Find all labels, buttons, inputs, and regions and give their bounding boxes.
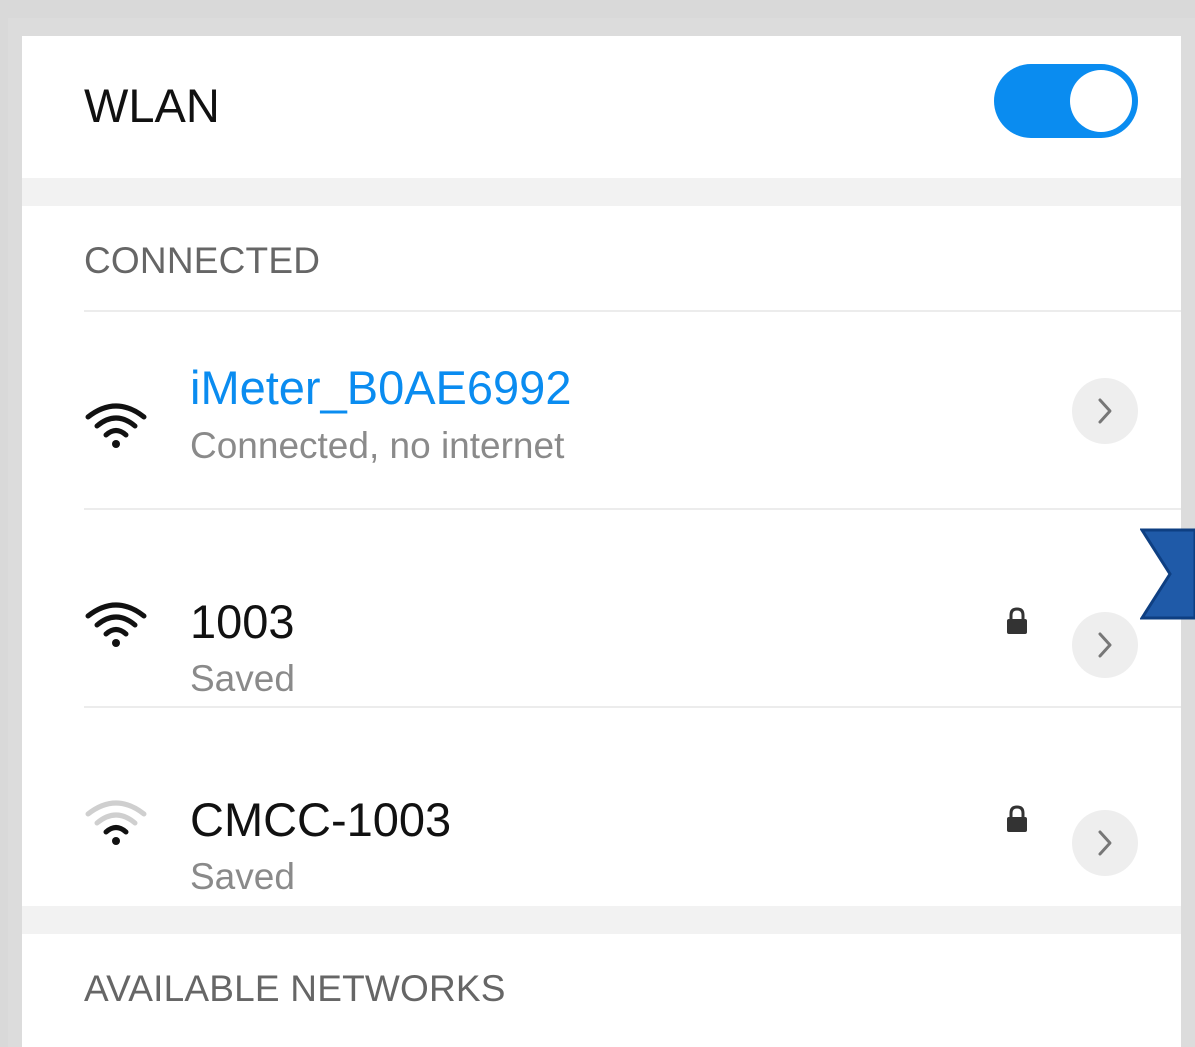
wlan-toggle-row[interactable]: WLAN <box>22 36 1181 178</box>
network-name: iMeter_B0AE6992 <box>190 361 572 414</box>
available-networks-heading: AVAILABLE NETWORKS <box>84 968 506 1009</box>
network-status: Saved <box>190 856 295 897</box>
network-details-button[interactable] <box>1072 810 1138 876</box>
network-details-button[interactable] <box>1072 378 1138 444</box>
section-gap <box>22 178 1181 206</box>
chevron-right-icon <box>1098 398 1112 424</box>
wlan-settings-screen: WLAN CONNECTED iMeter_B0AE6992 Connected… <box>22 36 1181 1047</box>
section-gap <box>22 906 1181 934</box>
chevron-right-icon <box>1098 632 1112 658</box>
network-row-1003[interactable]: 1003 Saved <box>22 510 1181 708</box>
network-status: Connected, no internet <box>190 425 565 466</box>
toggle-knob <box>1070 70 1132 132</box>
lock-icon <box>1007 607 1027 634</box>
network-row-imeter[interactable]: iMeter_B0AE6992 Connected, no internet <box>22 312 1181 510</box>
chevron-right-icon <box>1098 830 1112 856</box>
wifi-signal-icon <box>85 403 147 448</box>
wlan-toggle-switch[interactable] <box>994 64 1138 138</box>
wifi-signal-icon <box>85 800 147 845</box>
network-name: 1003 <box>190 595 295 648</box>
network-details-button[interactable] <box>1072 612 1138 678</box>
wifi-signal-icon <box>85 602 147 647</box>
wlan-title: WLAN <box>84 79 220 132</box>
connected-section-heading: CONNECTED <box>84 240 321 281</box>
network-status: Saved <box>190 658 295 699</box>
network-name: CMCC-1003 <box>190 793 452 846</box>
lock-icon <box>1007 805 1027 832</box>
network-row-cmcc-1003[interactable]: CMCC-1003 Saved <box>22 708 1181 906</box>
pointer-marker-icon <box>1140 528 1195 620</box>
